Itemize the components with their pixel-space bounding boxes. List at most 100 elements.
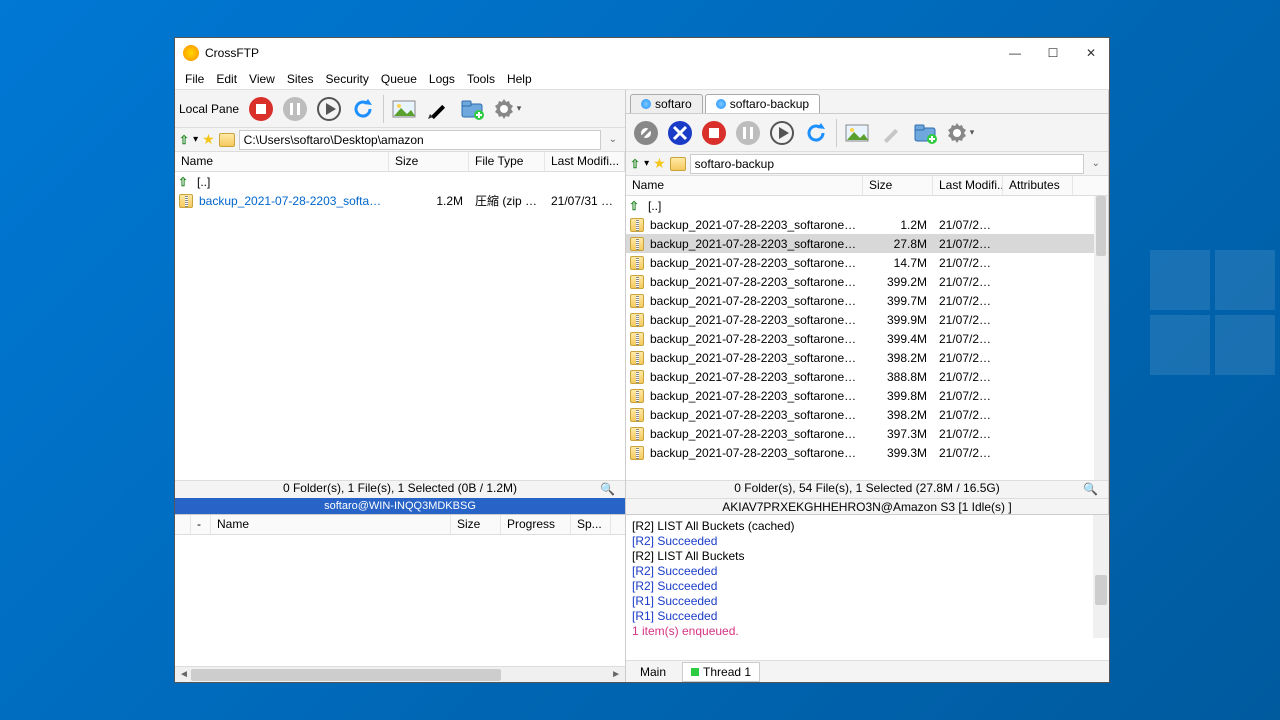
list-item[interactable]: backup_2021-07-28-2203_softaronet...399.… bbox=[626, 310, 1096, 329]
col-modified[interactable]: Last Modifi... bbox=[545, 152, 625, 171]
globe-icon bbox=[716, 99, 726, 109]
new-folder-button[interactable] bbox=[909, 117, 941, 149]
menu-logs[interactable]: Logs bbox=[423, 70, 461, 88]
log-line: [R2] Succeeded bbox=[632, 534, 1103, 549]
pause-button[interactable] bbox=[279, 93, 311, 125]
history-dropdown-icon[interactable]: ▾ bbox=[193, 134, 198, 145]
list-item[interactable]: backup_2021-07-28-2203_softaronet...1.2M… bbox=[626, 215, 1096, 234]
up-icon[interactable]: ⇧ bbox=[179, 133, 189, 147]
queue-col[interactable]: - bbox=[191, 515, 211, 534]
queue-col[interactable]: Progress bbox=[501, 515, 571, 534]
list-item[interactable]: ⇧[..] bbox=[626, 196, 1096, 215]
local-path-input[interactable] bbox=[239, 130, 601, 150]
stop-button[interactable] bbox=[698, 117, 730, 149]
pause-button[interactable] bbox=[732, 117, 764, 149]
titlebar[interactable]: CrossFTP — ☐ ✕ bbox=[175, 38, 1109, 68]
queue-col[interactable]: Name bbox=[211, 515, 451, 534]
list-item[interactable]: backup_2021-07-28-2203_softaronet...14.7… bbox=[626, 253, 1096, 272]
col-size[interactable]: Size bbox=[389, 152, 469, 171]
menu-queue[interactable]: Queue bbox=[375, 70, 423, 88]
zip-icon bbox=[630, 237, 644, 251]
menu-sites[interactable]: Sites bbox=[281, 70, 320, 88]
globe-icon bbox=[641, 99, 651, 109]
up-folder-icon: ⇧ bbox=[175, 175, 191, 189]
list-item[interactable]: backup_2021-07-28-2203_softaronet...399.… bbox=[626, 272, 1096, 291]
log-tab-main[interactable]: Main bbox=[632, 663, 674, 681]
local-file-list[interactable]: Name Size File Type Last Modifi... ⇧[..]… bbox=[175, 152, 625, 480]
list-item[interactable]: backup_2021-07-28-2203_softaronet...398.… bbox=[626, 348, 1096, 367]
minimize-button[interactable]: — bbox=[1005, 46, 1025, 60]
col-size[interactable]: Size bbox=[863, 176, 933, 195]
local-pathbar: ⇧ ▾ ★ ⌄ bbox=[175, 128, 625, 152]
history-dropdown-icon[interactable]: ▾ bbox=[644, 158, 649, 169]
remote-path-input[interactable] bbox=[690, 154, 1084, 174]
remote-file-list[interactable]: Name Size Last Modifi... Attributes ⇧[..… bbox=[626, 176, 1108, 480]
menu-help[interactable]: Help bbox=[501, 70, 538, 88]
col-name[interactable]: Name bbox=[626, 176, 863, 195]
queue-list[interactable] bbox=[175, 535, 625, 666]
list-item[interactable]: backup_2021-07-28-2203_softaronet...27.8… bbox=[626, 234, 1096, 253]
list-item[interactable]: backup_2021-07-28-2203_softaronet...399.… bbox=[626, 386, 1096, 405]
queue-scrollbar[interactable]: ◄► bbox=[175, 666, 625, 682]
edit-button[interactable] bbox=[422, 93, 454, 125]
list-item[interactable]: backup_2021-07-28-2203_softaronet...399.… bbox=[626, 329, 1096, 348]
abort-button[interactable] bbox=[664, 117, 696, 149]
menu-view[interactable]: View bbox=[243, 70, 281, 88]
image-preview-button[interactable] bbox=[841, 117, 873, 149]
list-item[interactable]: backup_2021-07-28-2203_softaronet...397.… bbox=[626, 424, 1096, 443]
log-tab-thread[interactable]: Thread 1 bbox=[682, 662, 760, 682]
zip-icon bbox=[630, 351, 644, 365]
edit-button[interactable] bbox=[875, 117, 907, 149]
new-folder-button[interactable] bbox=[456, 93, 488, 125]
up-icon[interactable]: ⇧ bbox=[630, 157, 640, 171]
menu-security[interactable]: Security bbox=[320, 70, 375, 88]
log-line: [R2] LIST All Buckets (cached) bbox=[632, 519, 1103, 534]
stop-button[interactable] bbox=[245, 93, 277, 125]
image-preview-button[interactable] bbox=[388, 93, 420, 125]
scrollbar[interactable] bbox=[1094, 196, 1108, 480]
list-item[interactable]: backup_2021-07-28-2203_softaronet...398.… bbox=[626, 405, 1096, 424]
remote-pathbar: ⇧ ▾ ★ ⌄ bbox=[626, 152, 1108, 176]
folder-icon bbox=[670, 157, 686, 171]
queue-col[interactable] bbox=[175, 515, 191, 534]
queue-pane: -NameSizeProgressSp... ◄► bbox=[175, 515, 626, 682]
settings-button[interactable]: ▾ bbox=[943, 117, 975, 149]
search-icon[interactable]: 🔍 bbox=[1083, 482, 1098, 496]
local-pane: Local Pane ▾ ⇧ ▾ ★ ⌄ Na bbox=[175, 90, 626, 514]
col-type[interactable]: File Type bbox=[469, 152, 545, 171]
zip-icon bbox=[630, 427, 644, 441]
search-icon[interactable]: 🔍 bbox=[600, 482, 615, 496]
list-item[interactable]: backup_2021-07-28-2203_softaronet...388.… bbox=[626, 367, 1096, 386]
menu-edit[interactable]: Edit bbox=[210, 70, 243, 88]
menu-tools[interactable]: Tools bbox=[461, 70, 501, 88]
col-attributes[interactable]: Attributes bbox=[1003, 176, 1073, 195]
list-item[interactable]: backup_2021-07-28-2203_softaronet...399.… bbox=[626, 443, 1096, 462]
col-name[interactable]: Name bbox=[175, 152, 389, 171]
remote-tabs: softarosoftaro-backup bbox=[626, 90, 1108, 114]
app-icon bbox=[183, 45, 199, 61]
tab-softaro-backup[interactable]: softaro-backup bbox=[705, 94, 820, 113]
list-item[interactable]: ⇧[..] bbox=[175, 172, 625, 191]
close-button[interactable]: ✕ bbox=[1081, 46, 1101, 60]
disconnect-button[interactable] bbox=[630, 117, 662, 149]
list-item[interactable]: backup_2021-07-28-2203_softaronet...399.… bbox=[626, 291, 1096, 310]
play-button[interactable] bbox=[766, 117, 798, 149]
queue-col[interactable]: Size bbox=[451, 515, 501, 534]
list-item[interactable]: backup_2021-07-28-2203_softaro...1.2M圧縮 … bbox=[175, 191, 625, 210]
menu-file[interactable]: File bbox=[179, 70, 210, 88]
tab-softaro[interactable]: softaro bbox=[630, 94, 703, 113]
favorite-icon[interactable]: ★ bbox=[202, 131, 215, 148]
play-button[interactable] bbox=[313, 93, 345, 125]
queue-col[interactable]: Sp... bbox=[571, 515, 611, 534]
path-dropdown-icon[interactable]: ⌄ bbox=[605, 134, 621, 145]
col-modified[interactable]: Last Modifi... bbox=[933, 176, 1003, 195]
settings-button[interactable]: ▾ bbox=[490, 93, 522, 125]
folder-icon bbox=[219, 133, 235, 147]
maximize-button[interactable]: ☐ bbox=[1043, 46, 1063, 60]
log-scrollbar[interactable] bbox=[1093, 515, 1109, 638]
refresh-button[interactable] bbox=[800, 117, 832, 149]
local-pane-label: Local Pane bbox=[179, 102, 243, 116]
favorite-icon[interactable]: ★ bbox=[653, 155, 666, 172]
path-dropdown-icon[interactable]: ⌄ bbox=[1088, 158, 1104, 169]
refresh-button[interactable] bbox=[347, 93, 379, 125]
